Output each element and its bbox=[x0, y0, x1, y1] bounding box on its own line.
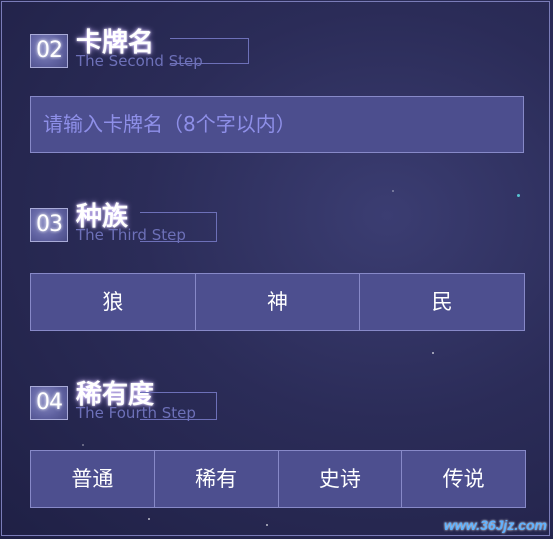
race-selector: 狼 神 民 bbox=[30, 273, 525, 331]
star-decoration bbox=[392, 190, 394, 192]
step-number-badge: 03 bbox=[30, 208, 68, 242]
rarity-selector: 普通 稀有 史诗 传说 bbox=[30, 450, 526, 508]
race-option-villager[interactable]: 民 bbox=[360, 274, 524, 330]
star-decoration bbox=[517, 194, 520, 197]
watermark: www.36Jjz.com bbox=[444, 517, 547, 533]
rarity-option-epic[interactable]: 史诗 bbox=[279, 451, 403, 507]
step-number-badge: 04 bbox=[30, 386, 68, 420]
race-option-wolf[interactable]: 狼 bbox=[31, 274, 196, 330]
header-bracket-decoration bbox=[140, 212, 217, 242]
header-bracket-decoration bbox=[170, 38, 249, 64]
rarity-option-rare[interactable]: 稀有 bbox=[155, 451, 279, 507]
star-decoration bbox=[82, 444, 84, 446]
header-bracket-decoration bbox=[140, 392, 217, 420]
rarity-option-common[interactable]: 普通 bbox=[31, 451, 155, 507]
star-decoration bbox=[148, 518, 150, 520]
star-decoration bbox=[266, 524, 268, 526]
card-name-input[interactable]: 请输入卡牌名（8个字以内） bbox=[30, 96, 524, 153]
star-decoration bbox=[432, 352, 434, 354]
race-option-god[interactable]: 神 bbox=[196, 274, 361, 330]
rarity-option-legendary[interactable]: 传说 bbox=[402, 451, 525, 507]
step-number-badge: 02 bbox=[30, 34, 68, 68]
